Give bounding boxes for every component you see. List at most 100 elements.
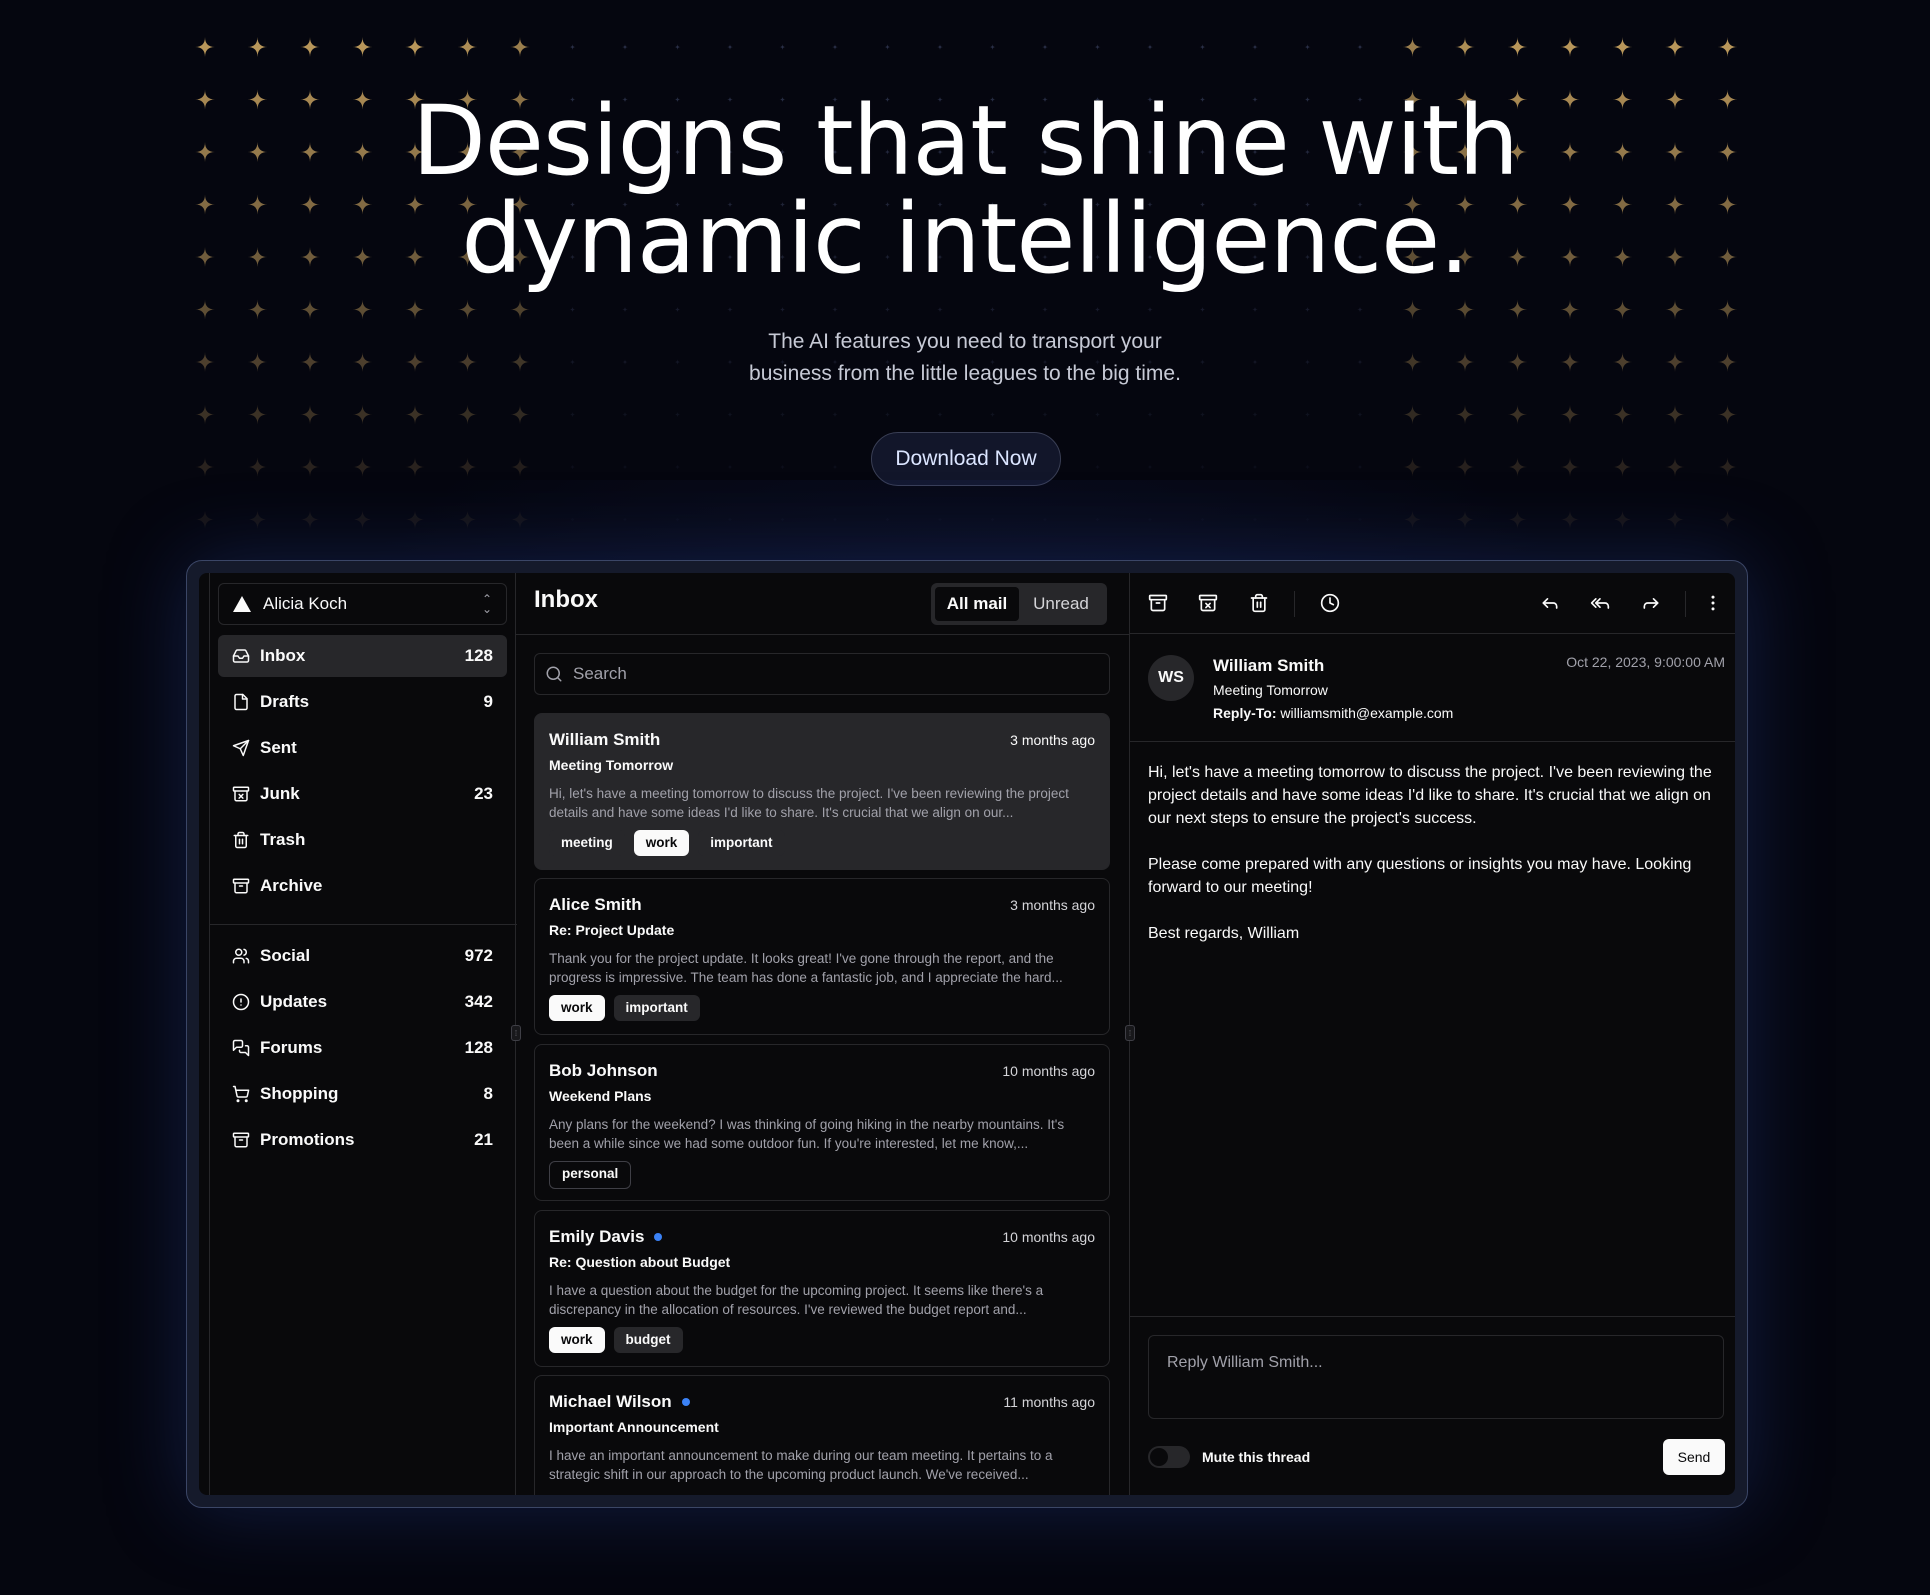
search-icon	[546, 666, 562, 682]
archive-icon[interactable]	[1148, 593, 1168, 613]
tag-badge: personal	[549, 1161, 632, 1189]
detail-divider	[1130, 1316, 1735, 1317]
mail-sender: Bob Johnson	[549, 1061, 658, 1080]
sidebar-item-count: 972	[464, 946, 493, 965]
mail-sender: Emily Davis	[549, 1227, 663, 1247]
trash-icon[interactable]	[1249, 593, 1269, 613]
hero-section: Designs that shine with dynamic intellige…	[0, 0, 1930, 560]
sidebar-item-label: Updates	[260, 992, 328, 1011]
sidebar-item-trash[interactable]: Trash	[218, 819, 507, 861]
detail-subject: Meeting Tomorrow	[1213, 682, 1328, 698]
tag-badge: important	[698, 830, 785, 856]
mail-sender: Alice Smith	[549, 895, 642, 914]
mail-toolbar	[1130, 573, 1735, 634]
mail-sender: Michael Wilson	[549, 1392, 690, 1412]
sidebar-item-count: 128	[464, 646, 493, 665]
sidebar-item-label: Inbox	[260, 646, 306, 665]
mail-preview: Hi, let's have a meeting tomorrow to dis…	[549, 786, 1069, 820]
mail-tags: work important	[549, 995, 700, 1021]
detail-date: Oct 22, 2023, 9:00:00 AM	[1566, 654, 1725, 670]
avatar: WS	[1148, 655, 1194, 701]
mute-thread-toggle[interactable]	[1148, 1446, 1190, 1468]
mail-item[interactable]: Bob Johnson 10 months ago Weekend Plans …	[534, 1044, 1110, 1201]
sidebar-item-label: Forums	[260, 1038, 323, 1057]
mail-app: Alicia Koch ⌃ ⌄ Inbox 128 Drafts 9 Sent J…	[199, 573, 1735, 1495]
sidebar-item-junk[interactable]: Junk 23	[218, 773, 507, 815]
sidebar-item-promotions[interactable]: Promotions 21	[218, 1119, 507, 1161]
sidebar-item-archive[interactable]: Archive	[218, 865, 507, 907]
forward-icon[interactable]	[1641, 593, 1661, 613]
tab-unread[interactable]: Unread	[1019, 587, 1103, 621]
sidebar-item-count: 23	[474, 784, 493, 803]
archive-icon	[232, 1132, 250, 1148]
sidebar-item-count: 342	[464, 992, 493, 1011]
cart-icon	[232, 1085, 250, 1103]
account-switcher[interactable]: Alicia Koch ⌃ ⌄	[218, 583, 507, 625]
sidebar-divider	[210, 924, 517, 925]
mail-body: Hi, let's have a meeting tomorrow to dis…	[1148, 761, 1728, 968]
sidebar-item-count: 21	[474, 1130, 493, 1149]
clock-icon[interactable]	[1320, 593, 1340, 613]
mail-body-paragraph: Best regards, William	[1148, 925, 1300, 942]
mail-preview: Thank you for the project update. It loo…	[549, 951, 1063, 985]
mail-list-panel: Inbox All mail Unread William Smith 3 mo…	[516, 573, 1130, 1495]
toolbar-separator	[1294, 591, 1295, 617]
account-logo-icon	[233, 596, 251, 612]
sidebar-item-social[interactable]: Social 972	[218, 935, 507, 977]
chevron-up-down-icon: ⌃ ⌄	[481, 592, 492, 616]
mail-subject: Re: Question about Budget	[549, 1254, 731, 1270]
account-name: Alicia Koch	[263, 594, 348, 613]
inbox-icon	[232, 649, 250, 663]
detail-divider	[1130, 741, 1735, 742]
mail-preview: I have a question about the budget for t…	[549, 1283, 1044, 1317]
mail-subject: Important Announcement	[549, 1419, 719, 1435]
unread-dot	[681, 1398, 690, 1406]
sidebar-item-sent[interactable]: Sent	[218, 727, 507, 769]
mail-subject: Re: Project Update	[549, 922, 675, 938]
mail-sender: William Smith	[549, 730, 661, 749]
sidebar-item-label: Drafts	[260, 692, 310, 711]
sidebar-item-shopping[interactable]: Shopping 8	[218, 1073, 507, 1115]
mail-time: 10 months ago	[1002, 1229, 1095, 1245]
mail-item[interactable]: Alice Smith 3 months ago Re: Project Upd…	[534, 878, 1110, 1035]
sidebar-item-drafts[interactable]: Drafts 9	[218, 681, 507, 723]
messages-icon	[232, 1039, 250, 1057]
sidebar-item-label: Sent	[260, 738, 297, 757]
list-divider	[516, 634, 1129, 635]
search-input[interactable]	[571, 663, 1075, 685]
mail-body-paragraph: Please come prepared with any questions …	[1148, 856, 1692, 896]
mail-time: 11 months ago	[1003, 1394, 1095, 1410]
mail-preview: I have an important announcement to make…	[549, 1448, 1053, 1482]
mail-item[interactable]: Michael Wilson 11 months ago Important A…	[534, 1375, 1110, 1495]
archive-x-icon[interactable]	[1198, 593, 1218, 613]
sidebar-item-label: Social	[260, 946, 311, 965]
alert-circle-icon	[232, 993, 250, 1011]
detail-sender: William Smith	[1213, 656, 1325, 675]
tag-badge: work	[549, 995, 605, 1021]
reply-icon[interactable]	[1540, 593, 1560, 613]
sidebar-item-label: Promotions	[260, 1130, 355, 1149]
reply-all-icon[interactable]	[1590, 593, 1610, 613]
mail-tags: meeting work important	[549, 830, 785, 856]
nav-secondary: Social 972 Updates 342 Forums 128 Shoppi…	[218, 935, 507, 1165]
download-now-button[interactable]: Download Now	[871, 432, 1061, 486]
sidebar-item-count: 128	[464, 1038, 493, 1057]
mute-thread-label: Mute this thread	[1202, 1449, 1311, 1465]
sidebar-item-inbox[interactable]: Inbox 128	[218, 635, 507, 677]
mail-time: 3 months ago	[1010, 897, 1095, 913]
send-button[interactable]: Send	[1663, 1439, 1725, 1475]
mail-item[interactable]: Emily Davis 10 months ago Re: Question a…	[534, 1210, 1110, 1367]
mail-item[interactable]: William Smith 3 months ago Meeting Tomor…	[534, 713, 1110, 870]
tag-badge: budget	[613, 1327, 683, 1353]
sidebar-item-label: Trash	[260, 830, 306, 849]
more-vertical-icon[interactable]	[1703, 593, 1723, 613]
tag-badge: important	[613, 995, 700, 1021]
sidebar-item-updates[interactable]: Updates 342	[218, 981, 507, 1023]
tab-all-mail[interactable]: All mail	[935, 587, 1019, 621]
trash-icon	[233, 831, 249, 849]
sidebar-item-forums[interactable]: Forums 128	[218, 1027, 507, 1069]
reply-textarea[interactable]	[1148, 1335, 1724, 1419]
inbox-title: Inbox	[534, 586, 598, 613]
file-icon	[234, 693, 248, 711]
search-box	[534, 653, 1110, 695]
